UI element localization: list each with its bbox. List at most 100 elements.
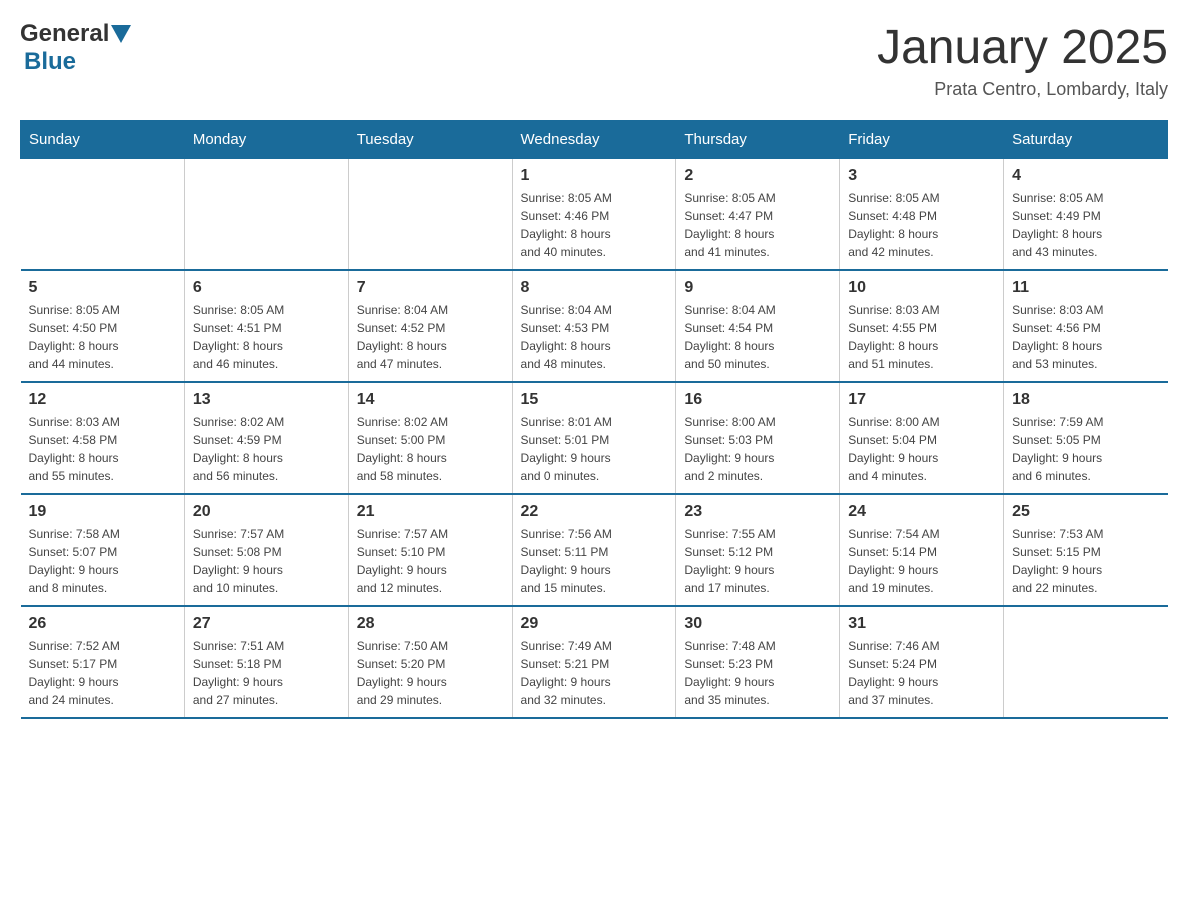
day-info: Sunrise: 7:55 AM Sunset: 5:12 PM Dayligh… [684,525,831,597]
day-info: Sunrise: 8:05 AM Sunset: 4:48 PM Dayligh… [848,189,995,261]
day-number: 21 [357,503,504,521]
day-info: Sunrise: 8:05 AM Sunset: 4:47 PM Dayligh… [684,189,831,261]
table-row: 3 Sunrise: 8:05 AM Sunset: 4:48 PM Daylig… [840,159,1004,271]
table-row: 27 Sunrise: 7:51 AM Sunset: 5:18 PM Dayli… [184,606,348,718]
col-saturday: Saturday [1004,121,1168,159]
table-row: 20 Sunrise: 7:57 AM Sunset: 5:08 PM Dayli… [184,494,348,606]
calendar-week-row: 12 Sunrise: 8:03 AM Sunset: 4:58 PM Dayli… [21,382,1168,494]
table-row: 1 Sunrise: 8:05 AM Sunset: 4:46 PM Daylig… [512,159,676,271]
table-row [1004,606,1168,718]
day-number: 3 [848,167,995,185]
day-info: Sunrise: 7:57 AM Sunset: 5:10 PM Dayligh… [357,525,504,597]
col-friday: Friday [840,121,1004,159]
table-row [21,159,185,271]
day-number: 16 [684,391,831,409]
day-number: 22 [521,503,668,521]
calendar-week-row: 5 Sunrise: 8:05 AM Sunset: 4:50 PM Daylig… [21,270,1168,382]
calendar-title: January 2025 [877,20,1168,75]
logo-general-text: General [20,20,109,48]
table-row: 13Sunrise: 8:02 AM Sunset: 4:59 PM Dayli… [184,382,348,494]
day-number: 13 [193,391,340,409]
day-number: 4 [1012,167,1159,185]
day-number: 9 [684,279,831,297]
day-info: Sunrise: 8:05 AM Sunset: 4:51 PM Dayligh… [193,301,340,373]
day-info: Sunrise: 7:58 AM Sunset: 5:07 PM Dayligh… [29,525,176,597]
page-header: General Blue January 2025 Prata Centro, … [20,20,1168,100]
calendar-week-row: 26Sunrise: 7:52 AM Sunset: 5:17 PM Dayli… [21,606,1168,718]
col-wednesday: Wednesday [512,121,676,159]
day-number: 17 [848,391,995,409]
day-info: Sunrise: 7:56 AM Sunset: 5:11 PM Dayligh… [521,525,668,597]
day-number: 5 [29,279,176,297]
day-number: 11 [1012,279,1159,297]
day-number: 14 [357,391,504,409]
day-info: Sunrise: 7:51 AM Sunset: 5:18 PM Dayligh… [193,637,340,709]
day-info: Sunrise: 7:57 AM Sunset: 5:08 PM Dayligh… [193,525,340,597]
table-row: 12 Sunrise: 8:03 AM Sunset: 4:58 PM Dayli… [21,382,185,494]
calendar-week-row: 19Sunrise: 7:58 AM Sunset: 5:07 PM Dayli… [21,494,1168,606]
table-row: 22 Sunrise: 7:56 AM Sunset: 5:11 PM Dayli… [512,494,676,606]
day-number: 27 [193,615,340,633]
day-number: 25 [1012,503,1159,521]
table-row: 18Sunrise: 7:59 AM Sunset: 5:05 PM Dayli… [1004,382,1168,494]
day-number: 7 [357,279,504,297]
calendar-subtitle: Prata Centro, Lombardy, Italy [877,79,1168,100]
day-number: 8 [521,279,668,297]
day-info: Sunrise: 8:05 AM Sunset: 4:50 PM Dayligh… [29,301,176,373]
day-info: Sunrise: 8:01 AM Sunset: 5:01 PM Dayligh… [521,413,668,485]
table-row: 17 Sunrise: 8:00 AM Sunset: 5:04 PM Dayli… [840,382,1004,494]
day-info: Sunrise: 8:04 AM Sunset: 4:54 PM Dayligh… [684,301,831,373]
day-info: Sunrise: 8:02 AM Sunset: 5:00 PM Dayligh… [357,413,504,485]
day-info: Sunrise: 8:04 AM Sunset: 4:52 PM Dayligh… [357,301,504,373]
table-row: 30 Sunrise: 7:48 AM Sunset: 5:23 PM Dayli… [676,606,840,718]
day-number: 23 [684,503,831,521]
day-number: 12 [29,391,176,409]
table-row: 21 Sunrise: 7:57 AM Sunset: 5:10 PM Dayli… [348,494,512,606]
day-info: Sunrise: 8:00 AM Sunset: 5:04 PM Dayligh… [848,413,995,485]
day-info: Sunrise: 8:03 AM Sunset: 4:56 PM Dayligh… [1012,301,1159,373]
col-sunday: Sunday [21,121,185,159]
day-number: 30 [684,615,831,633]
day-number: 1 [521,167,668,185]
table-row: 14 Sunrise: 8:02 AM Sunset: 5:00 PM Dayli… [348,382,512,494]
day-info: Sunrise: 8:04 AM Sunset: 4:53 PM Dayligh… [521,301,668,373]
day-info: Sunrise: 8:05 AM Sunset: 4:49 PM Dayligh… [1012,189,1159,261]
table-row: 15Sunrise: 8:01 AM Sunset: 5:01 PM Dayli… [512,382,676,494]
logo: General Blue [20,20,131,76]
day-info: Sunrise: 7:49 AM Sunset: 5:21 PM Dayligh… [521,637,668,709]
day-info: Sunrise: 7:48 AM Sunset: 5:23 PM Dayligh… [684,637,831,709]
calendar-header-row: Sunday Monday Tuesday Wednesday Thursday… [21,121,1168,159]
day-info: Sunrise: 8:05 AM Sunset: 4:46 PM Dayligh… [521,189,668,261]
logo-triangle-icon [111,25,131,45]
table-row: 7 Sunrise: 8:04 AM Sunset: 4:52 PM Daylig… [348,270,512,382]
day-info: Sunrise: 7:52 AM Sunset: 5:17 PM Dayligh… [29,637,176,709]
table-row: 31 Sunrise: 7:46 AM Sunset: 5:24 PM Dayli… [840,606,1004,718]
day-number: 31 [848,615,995,633]
table-row: 28Sunrise: 7:50 AM Sunset: 5:20 PM Dayli… [348,606,512,718]
table-row: 29Sunrise: 7:49 AM Sunset: 5:21 PM Dayli… [512,606,676,718]
day-info: Sunrise: 7:46 AM Sunset: 5:24 PM Dayligh… [848,637,995,709]
calendar-week-row: 1 Sunrise: 8:05 AM Sunset: 4:46 PM Daylig… [21,159,1168,271]
table-row: 16Sunrise: 8:00 AM Sunset: 5:03 PM Dayli… [676,382,840,494]
day-number: 20 [193,503,340,521]
day-info: Sunrise: 7:53 AM Sunset: 5:15 PM Dayligh… [1012,525,1159,597]
day-info: Sunrise: 7:59 AM Sunset: 5:05 PM Dayligh… [1012,413,1159,485]
day-number: 10 [848,279,995,297]
table-row: 9 Sunrise: 8:04 AM Sunset: 4:54 PM Daylig… [676,270,840,382]
day-number: 2 [684,167,831,185]
table-row: 24Sunrise: 7:54 AM Sunset: 5:14 PM Dayli… [840,494,1004,606]
day-number: 24 [848,503,995,521]
day-info: Sunrise: 8:03 AM Sunset: 4:55 PM Dayligh… [848,301,995,373]
table-row: 23 Sunrise: 7:55 AM Sunset: 5:12 PM Dayli… [676,494,840,606]
day-number: 6 [193,279,340,297]
calendar-table: Sunday Monday Tuesday Wednesday Thursday… [20,120,1168,719]
col-monday: Monday [184,121,348,159]
day-number: 28 [357,615,504,633]
table-row: 10 Sunrise: 8:03 AM Sunset: 4:55 PM Dayli… [840,270,1004,382]
table-row: 8 Sunrise: 8:04 AM Sunset: 4:53 PM Daylig… [512,270,676,382]
logo-blue-text: Blue [24,48,76,75]
table-row: 26Sunrise: 7:52 AM Sunset: 5:17 PM Dayli… [21,606,185,718]
table-row [184,159,348,271]
title-area: January 2025 Prata Centro, Lombardy, Ita… [877,20,1168,100]
day-info: Sunrise: 8:03 AM Sunset: 4:58 PM Dayligh… [29,413,176,485]
